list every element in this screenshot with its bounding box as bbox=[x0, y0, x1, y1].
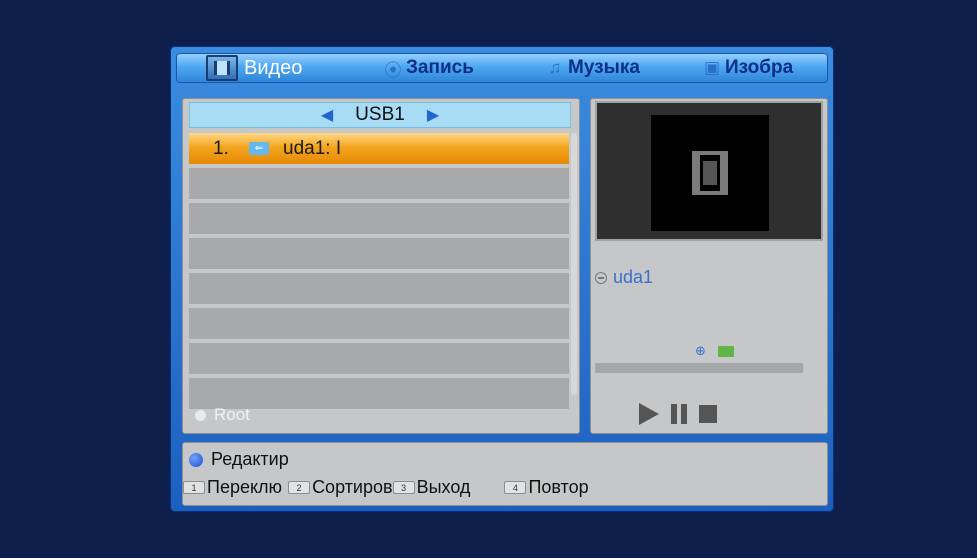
key-2-icon: 2 bbox=[288, 481, 311, 494]
key-4-icon: 4 bbox=[504, 481, 527, 494]
edit-hint: Редактир bbox=[189, 449, 289, 470]
pause-icon[interactable] bbox=[671, 404, 687, 424]
stop-icon[interactable] bbox=[699, 405, 717, 423]
tab-music[interactable]: ♫ Музыка bbox=[546, 53, 640, 83]
folder-icon bbox=[717, 345, 734, 357]
progress-bar[interactable] bbox=[595, 363, 803, 373]
disc-icon: ⦿ bbox=[384, 60, 402, 80]
file-list: 1. ⇐ uda1: I bbox=[189, 133, 569, 413]
photo-icon: ▣ bbox=[703, 58, 721, 77]
preview-window bbox=[595, 101, 823, 241]
minus-circle-icon bbox=[595, 271, 607, 284]
list-item[interactable] bbox=[189, 308, 569, 340]
tab-bar: Видео ⦿ Запись ♫ Музыка ▣ Изобра bbox=[176, 53, 828, 83]
device-label: USB1 bbox=[355, 104, 405, 125]
list-item[interactable] bbox=[189, 168, 569, 200]
tab-video[interactable]: Видео bbox=[206, 53, 302, 83]
tab-photo[interactable]: ▣ Изобра bbox=[703, 53, 793, 83]
status-icons: ⊕ bbox=[695, 343, 734, 359]
film-icon bbox=[206, 55, 238, 81]
device-selector[interactable]: ◀ USB1 ▶ bbox=[189, 102, 571, 128]
playback-controls bbox=[639, 403, 717, 425]
item-name: uda1: I bbox=[283, 137, 342, 159]
edit-label: Редактир bbox=[211, 449, 289, 469]
prev-device-arrow-icon[interactable]: ◀ bbox=[321, 105, 333, 125]
preview-pane: uda1 ⊕ bbox=[590, 98, 828, 434]
device-name: uda1 bbox=[613, 267, 654, 287]
list-item[interactable] bbox=[189, 343, 569, 375]
tab-record[interactable]: ⦿ Запись bbox=[384, 53, 474, 83]
list-item[interactable] bbox=[189, 203, 569, 235]
list-item[interactable] bbox=[189, 273, 569, 305]
tab-music-label: Музыка bbox=[568, 57, 640, 78]
tab-record-label: Запись bbox=[406, 57, 474, 78]
key-hints: 1 Переклю 2 Сортиров 3 Выход 4 Повтор bbox=[183, 477, 589, 498]
media-player-panel: Видео ⦿ Запись ♫ Музыка ▣ Изобра ◀ USB1 … bbox=[170, 46, 834, 512]
play-icon[interactable] bbox=[639, 403, 659, 425]
film-strip-icon bbox=[692, 151, 728, 195]
blue-button-icon bbox=[189, 452, 203, 467]
item-number: 1. bbox=[213, 137, 229, 159]
help-bar: Редактир 1 Переклю 2 Сортиров 3 Выход 4 … bbox=[182, 442, 828, 506]
key-3-icon: 3 bbox=[392, 481, 415, 494]
key-hint-3: 3 Выход bbox=[392, 477, 471, 498]
file-browser: ◀ USB1 ▶ 1. ⇐ uda1: I Root bbox=[182, 98, 580, 434]
key-hint-4: 4 Повтор bbox=[504, 477, 589, 498]
key-3-label: Выход bbox=[416, 477, 471, 497]
list-item[interactable] bbox=[189, 238, 569, 270]
root-path: Root bbox=[195, 405, 250, 425]
key-4-label: Повтор bbox=[528, 477, 589, 497]
root-label: Root bbox=[214, 405, 250, 424]
usb-icon: ⇐ bbox=[249, 142, 269, 155]
preview-screen bbox=[651, 115, 769, 231]
key-1-icon: 1 bbox=[183, 481, 205, 494]
key-1-label: Переклю bbox=[207, 477, 283, 497]
next-device-arrow-icon[interactable]: ▶ bbox=[427, 105, 439, 125]
key-2-label: Сортиров bbox=[312, 477, 393, 497]
root-icon bbox=[195, 409, 206, 421]
tab-photo-label: Изобра bbox=[725, 57, 794, 78]
key-hint-2: 2 Сортиров bbox=[288, 477, 393, 498]
link-icon: ⊕ bbox=[695, 343, 706, 358]
scrollbar[interactable] bbox=[571, 133, 577, 395]
list-item[interactable]: 1. ⇐ uda1: I bbox=[189, 133, 569, 165]
key-hint-1: 1 Переклю bbox=[183, 477, 282, 498]
music-note-icon: ♫ bbox=[548, 58, 562, 77]
device-info: uda1 bbox=[595, 267, 653, 288]
tab-video-label: Видео bbox=[244, 56, 303, 79]
